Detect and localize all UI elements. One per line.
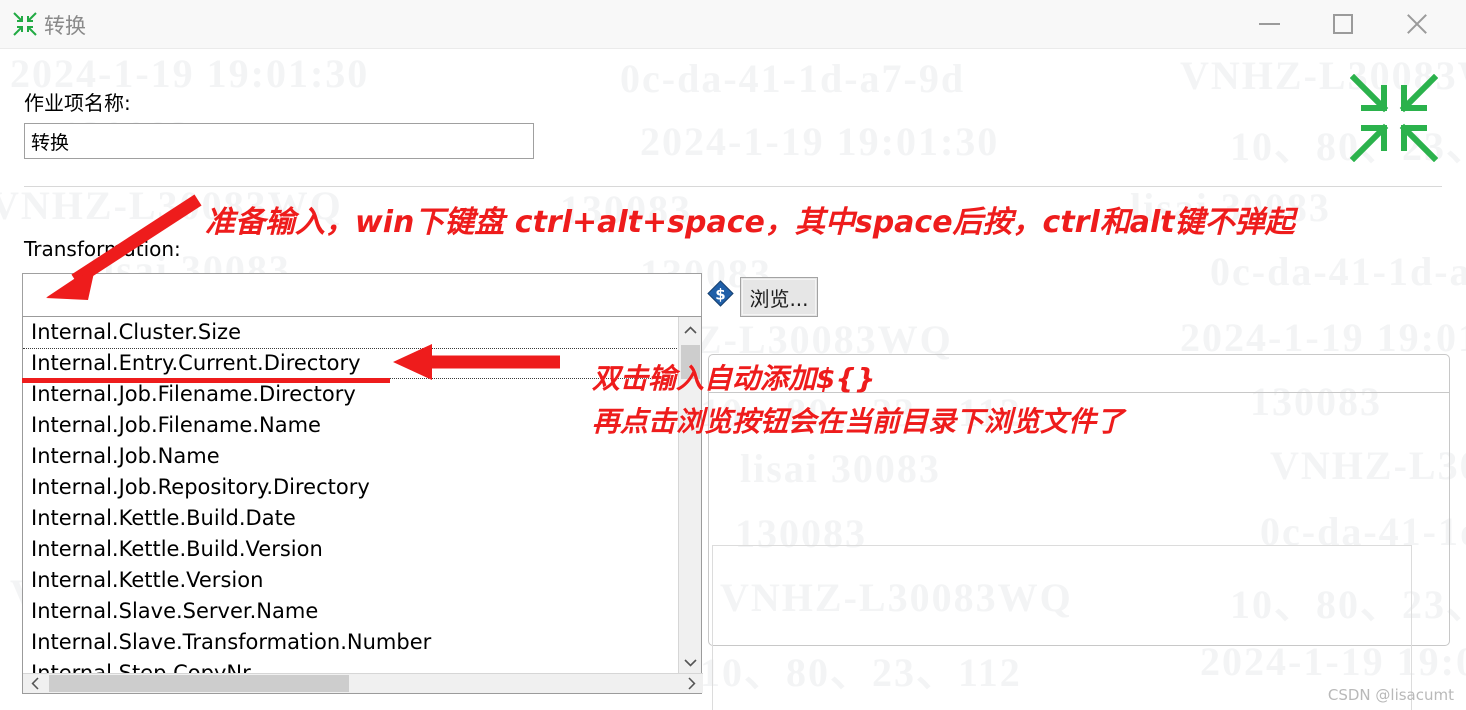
- job-entry-name-input[interactable]: 转换: [24, 123, 534, 159]
- section-divider: [24, 186, 1442, 187]
- chevron-up-icon[interactable]: [679, 317, 702, 343]
- dropdown-item[interactable]: Internal.Job.Filename.Directory: [23, 379, 679, 410]
- dropdown-item[interactable]: Internal.Cluster.Size: [23, 317, 679, 348]
- minimize-icon: [1258, 23, 1280, 25]
- transformation-input[interactable]: [22, 273, 702, 317]
- dropdown-item[interactable]: Internal.Job.Filename.Name: [23, 410, 679, 441]
- maximize-button[interactable]: [1312, 0, 1374, 48]
- dropdown-item[interactable]: Internal.Job.Repository.Directory: [23, 472, 679, 503]
- collapse-arrows-icon: [12, 11, 38, 37]
- dropdown-item[interactable]: Internal.Job.Name: [23, 441, 679, 472]
- app-window: 10、80、23、112 0c-da-41-1d-a7-9d lisai 300…: [0, 0, 1466, 710]
- horizontal-scroll-thumb[interactable]: [49, 675, 349, 692]
- dropdown-item[interactable]: Internal.Kettle.Build.Date: [23, 503, 679, 534]
- chevron-down-icon[interactable]: [679, 649, 702, 675]
- dropdown-horizontal-scrollbar[interactable]: [23, 673, 703, 693]
- close-icon: [1404, 11, 1430, 37]
- dropdown-item[interactable]: Internal.Slave.Server.Name: [23, 596, 679, 627]
- annotation-underline: [22, 378, 390, 383]
- title-bar: 转换: [0, 0, 1466, 49]
- job-entry-name-label: 作业项名称:: [24, 91, 131, 115]
- csdn-signature-watermark: CSDN @lisacumt: [1327, 686, 1454, 704]
- dropdown-item[interactable]: Internal.Kettle.Build.Version: [23, 534, 679, 565]
- window-title: 转换: [44, 14, 86, 38]
- annotation-text-3: 再点击浏览按钮会在当前目录下浏览文件了: [592, 405, 1125, 438]
- variable-dropdown-list[interactable]: Internal.Cluster.Size Internal.Entry.Curr…: [23, 317, 679, 675]
- dropdown-item[interactable]: Internal.Slave.Transformation.Number: [23, 627, 679, 658]
- annotation-text-2: 双击输入自动添加${}: [592, 362, 876, 395]
- chevron-right-icon[interactable]: [679, 674, 703, 693]
- transformation-label: Transformation:: [24, 237, 181, 261]
- dropdown-item[interactable]: Internal.Kettle.Version: [23, 565, 679, 596]
- dropdown-item[interactable]: Internal.Entry.Current.Directory: [23, 348, 679, 379]
- maximize-icon: [1333, 14, 1353, 34]
- annotation-text-1: 准备输入，win下键盘 ctrl+alt+space，其中space后按，ctr…: [205, 205, 1295, 240]
- minimize-button[interactable]: [1238, 0, 1300, 48]
- close-button[interactable]: [1386, 0, 1448, 48]
- chevron-left-icon[interactable]: [23, 674, 47, 693]
